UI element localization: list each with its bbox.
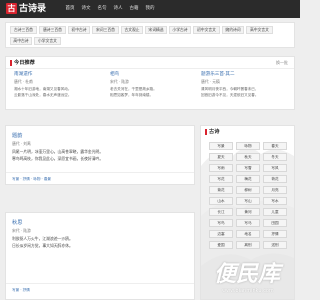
recommend-header: 今日推荐 换一批	[6, 57, 294, 69]
side-chip[interactable]: 离别	[236, 241, 260, 249]
side-chip[interactable]: 山水	[209, 197, 233, 205]
nav-poems[interactable]: 诗文	[78, 0, 94, 18]
recommend-item-line: 回首旧游今不见，天涯依旧又见春。	[201, 92, 259, 97]
poem-line: 日长似岁闲方觉，事大如天醉亦休。	[12, 243, 73, 248]
side-chip[interactable]: 儿童	[263, 208, 287, 216]
nav-quotes[interactable]: 名句	[94, 0, 110, 18]
poem-tags[interactable]: 写景 · 抒情 · 咏物 · 春景	[12, 176, 51, 182]
poem-author[interactable]: 唐代 · 刘禹	[12, 141, 31, 147]
nav-poets[interactable]: 诗人	[110, 0, 126, 18]
side-chip[interactable]: 荷花	[263, 175, 287, 183]
poem-card: 秋思 宋代 · 陆游 利欲驱人万火牛，江湖浪迹一沙鸥。 日长似岁闲方觉，事大如天…	[5, 212, 195, 300]
recommend-item-author[interactable]: 唐代 · 杜甫	[14, 79, 102, 85]
nav-classics[interactable]: 古籍	[126, 0, 142, 18]
side-chip[interactable]: 黄河	[236, 208, 260, 216]
top-navigation-bar: 古 古诗录 首页 诗文 名句 诗人 古籍 我的	[0, 0, 300, 18]
side-chip[interactable]: 写景	[209, 142, 233, 150]
side-chip[interactable]: 写马	[236, 219, 260, 227]
recommend-item-author[interactable]: 唐代 · 元稹	[201, 79, 289, 85]
recommend-title: 今日推荐	[14, 60, 35, 66]
tag-item[interactable]: 初中文言文	[193, 26, 220, 34]
tag-item[interactable]: 高中文言文	[246, 26, 273, 34]
poem-footer: 写景 · 抒情	[6, 283, 194, 295]
tag-item[interactable]: 唐诗三百首	[39, 26, 66, 34]
section-marker	[205, 129, 207, 135]
site-logo-text[interactable]: 古诗录	[19, 2, 46, 16]
tag-item[interactable]: 小学文言文	[34, 37, 61, 45]
side-chip[interactable]: 写雪	[236, 164, 260, 172]
recommend-item-title[interactable]: 题游乐三首·其二	[201, 72, 289, 78]
side-chip[interactable]: 抒情	[263, 230, 287, 238]
main-nav: 首页 诗文 名句 诗人 古籍 我的	[62, 0, 158, 18]
side-chip[interactable]: 写山	[236, 197, 260, 205]
nav-home[interactable]: 首页	[62, 0, 78, 18]
side-chip[interactable]: 月亮	[263, 186, 287, 194]
poem-title[interactable]: 秋思	[12, 219, 22, 227]
tag-item[interactable]: 宋词精选	[145, 26, 167, 34]
side-chip[interactable]: 秋天	[236, 153, 260, 161]
recommend-item: 题游乐三首·其二 唐代 · 元稹 清风明月夜平西，今朝吟罢春未已， 回首旧游今不…	[201, 72, 289, 98]
recommend-item-title[interactable]: 南湖遗作	[14, 72, 102, 78]
today-recommend-panel: 今日推荐 换一批 南湖遗作 唐代 · 杜甫 湘水十年旧游地，南湖又见春风动。 云…	[5, 56, 295, 110]
poem-tags[interactable]: 写景 · 抒情	[12, 287, 30, 293]
tag-item[interactable]: 古诗三百首	[10, 26, 37, 34]
recommend-item-title[interactable]: 相鸟	[110, 72, 198, 78]
side-chip[interactable]: 春天	[263, 142, 287, 150]
tag-item[interactable]: 高中古诗	[10, 37, 32, 45]
side-panel-title: 古诗	[209, 129, 220, 135]
recommend-item-line: 相思如客梦，年年到南楼。	[110, 92, 154, 97]
side-chip[interactable]: 写风	[263, 164, 287, 172]
poem-line: 寒鸟鸣高枝，你我见此心。深愿宜书画，长夜好清吟。	[12, 156, 104, 161]
category-tag-box: 古诗三百首 唐诗三百首 初中古诗 宋词三百首 古文观止 宋词精选 小学古诗 初中…	[5, 22, 295, 48]
side-chip[interactable]: 柳树	[236, 186, 260, 194]
tag-item[interactable]: 初中古诗	[68, 26, 90, 34]
poem-card: 题韵 唐代 · 刘禹 凤尾一片明，冰壶万里心。山高苍翠晓，露华金光明。 寒鸟鸣高…	[5, 125, 195, 185]
side-chip[interactable]: 咏物	[236, 142, 260, 150]
refresh-link[interactable]: 换一批	[276, 59, 288, 67]
watermark-url: www.bianminku.com	[222, 288, 274, 294]
tag-item[interactable]: 古文观止	[121, 26, 143, 34]
tag-item[interactable]: 小学古诗	[169, 26, 191, 34]
side-chip[interactable]: 冬天	[263, 153, 287, 161]
side-chip[interactable]: 送别	[263, 241, 287, 249]
side-chip[interactable]: 夏天	[209, 153, 233, 161]
poem-line: 利欲驱人万火牛，江湖浪迹一沙鸥。	[12, 236, 73, 241]
watermark-text: 便民库	[214, 262, 281, 287]
side-chip[interactable]: 写鸟	[209, 219, 233, 227]
side-chip[interactable]: 边塞	[209, 230, 233, 238]
tag-item[interactable]: 婉约诗词	[222, 26, 244, 34]
recommend-item: 相鸟 宋代 · 陆游 老去关河在，千里是故乡路。 相思如客梦，年年到南楼。	[110, 72, 198, 98]
side-chip[interactable]: 长江	[209, 208, 233, 216]
tag-item[interactable]: 宋词三百首	[92, 26, 119, 34]
nav-mine[interactable]: 我的	[142, 0, 158, 18]
recommend-item-line: 云影落千山深处，春水无声渡远空。	[14, 92, 72, 97]
recommend-item-author[interactable]: 宋代 · 陆游	[110, 79, 198, 85]
side-chip[interactable]: 写水	[263, 197, 287, 205]
watermark: 便民库 www.bianminku.com	[188, 258, 300, 300]
side-chip[interactable]: 写雨	[209, 164, 233, 172]
poem-author[interactable]: 宋代 · 陆游	[12, 228, 31, 234]
side-chip[interactable]: 梅花	[236, 175, 260, 183]
side-panel-header: 古诗	[201, 126, 294, 138]
side-chip[interactable]: 田园	[263, 219, 287, 227]
side-chip[interactable]: 地名	[236, 230, 260, 238]
logo-icon[interactable]: 古	[6, 3, 17, 14]
section-marker	[10, 60, 12, 66]
poem-footer: 写景 · 抒情 · 咏物 · 春景	[6, 172, 194, 184]
side-chip[interactable]: 菊花	[209, 186, 233, 194]
poem-title[interactable]: 题韵	[12, 132, 22, 140]
poem-line: 凤尾一片明，冰壶万里心。山高苍翠晓，露华金光明。	[12, 149, 104, 154]
side-chip[interactable]: 写花	[209, 175, 233, 183]
side-chip[interactable]: 爱国	[209, 241, 233, 249]
recommend-item: 南湖遗作 唐代 · 杜甫 湘水十年旧游地，南湖又见春风动。 云影落千山深处，春水…	[14, 72, 102, 98]
